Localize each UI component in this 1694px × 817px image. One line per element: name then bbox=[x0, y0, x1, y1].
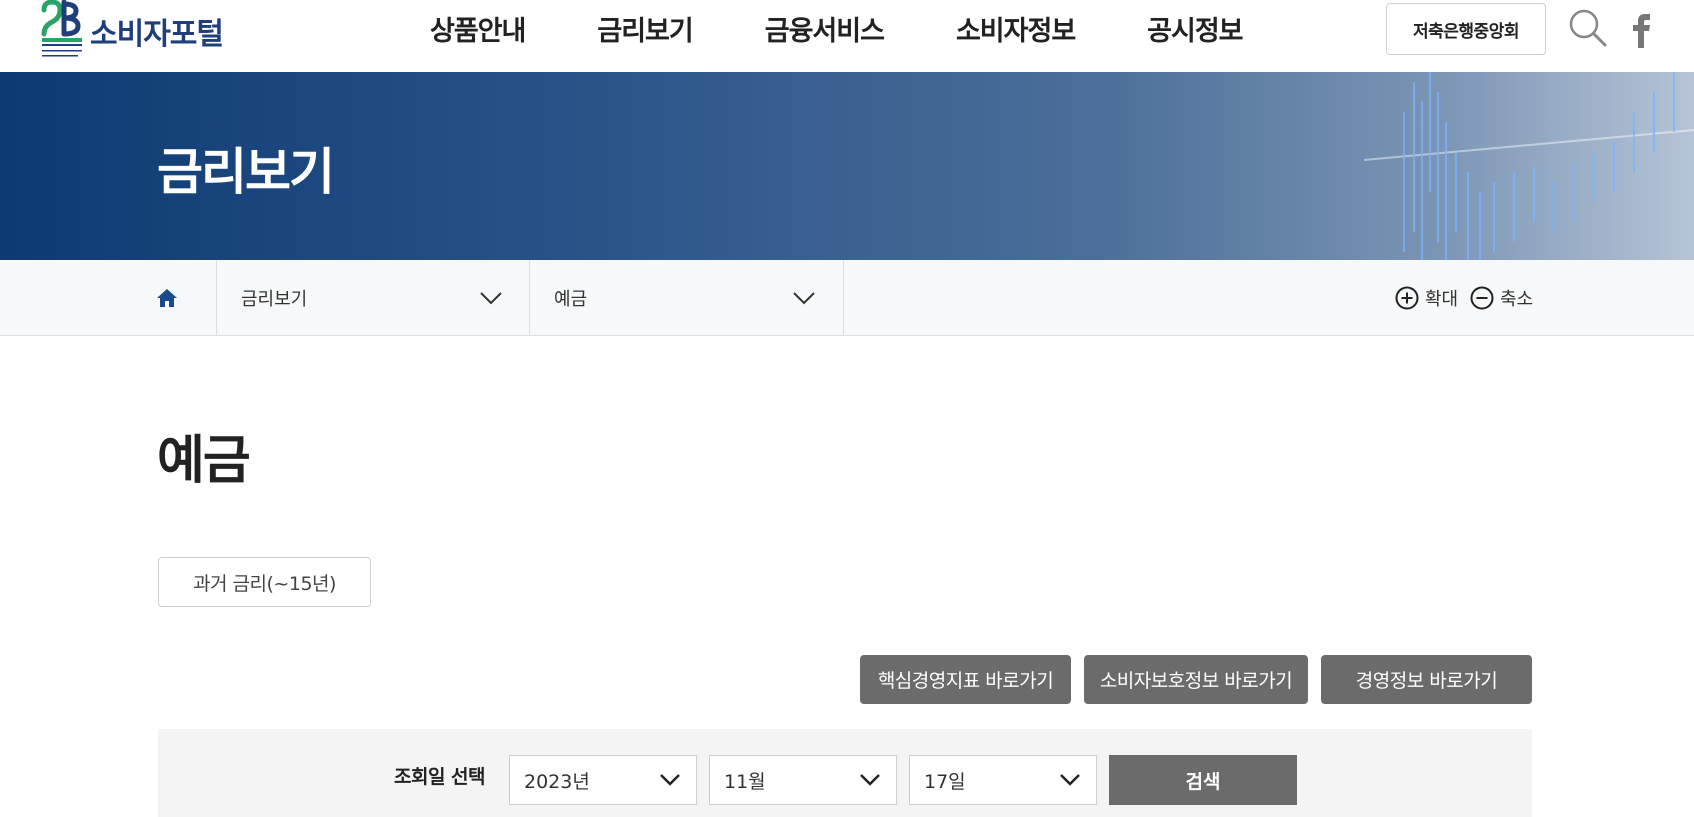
stock-chart-decoration bbox=[1364, 72, 1694, 260]
page-title: 예금 bbox=[157, 431, 251, 491]
site-logo[interactable]: 소비자포털 bbox=[40, 0, 260, 62]
past-rates-button[interactable]: 과거 금리(~15년) bbox=[158, 557, 371, 607]
site-header: 소비자포털 상품안내 금리보기 금융서비스 소비자정보 공시정보 저축은행중앙회 bbox=[0, 0, 1694, 72]
zoom-in-icon bbox=[1395, 286, 1419, 310]
main-nav: 상품안내 금리보기 금융서비스 소비자정보 공시정보 bbox=[430, 0, 1315, 56]
page-banner: 금리보기 bbox=[0, 72, 1694, 260]
chevron-down-icon bbox=[1060, 774, 1080, 786]
zoom-out-label: 축소 bbox=[1500, 289, 1534, 310]
location-dropdown-level2[interactable]: 예금 bbox=[530, 260, 842, 336]
year-select-value: 2023년 bbox=[524, 770, 590, 793]
chevron-down-icon bbox=[480, 292, 502, 305]
chevron-down-icon bbox=[860, 774, 880, 786]
location-bar: 금리보기 예금 확대 축소 bbox=[0, 260, 1694, 336]
month-select-value: 11월 bbox=[724, 770, 766, 793]
location-divider bbox=[843, 260, 844, 336]
date-search-panel: 조회일 선택 2023년 11월 17일 검색 bbox=[158, 729, 1532, 817]
day-select[interactable]: 17일 bbox=[909, 755, 1097, 805]
zoom-out-button[interactable]: 축소 bbox=[1470, 260, 1533, 336]
nav-item-rates[interactable]: 금리보기 bbox=[597, 9, 693, 48]
consumer-protection-link-button[interactable]: 소비자보호정보 바로가기 bbox=[1084, 655, 1308, 704]
zoom-in-button[interactable]: 확대 bbox=[1395, 260, 1458, 336]
association-link-button[interactable]: 저축은행중앙회 bbox=[1386, 3, 1546, 55]
nav-item-products[interactable]: 상품안내 bbox=[430, 9, 526, 48]
sb-logo-mark bbox=[40, 0, 86, 62]
year-select[interactable]: 2023년 bbox=[509, 755, 697, 805]
logo-text: 소비자포털 bbox=[90, 17, 224, 52]
month-select[interactable]: 11월 bbox=[709, 755, 897, 805]
home-icon[interactable] bbox=[155, 286, 179, 310]
zoom-out-icon bbox=[1470, 286, 1494, 310]
location-level1-label: 금리보기 bbox=[241, 289, 308, 310]
location-level2-label: 예금 bbox=[554, 289, 588, 310]
nav-item-consumer-info[interactable]: 소비자정보 bbox=[956, 9, 1076, 48]
facebook-icon[interactable] bbox=[1626, 8, 1656, 50]
search-date-label: 조회일 선택 bbox=[394, 766, 486, 788]
banner-title: 금리보기 bbox=[157, 143, 335, 201]
search-button[interactable]: 검색 bbox=[1109, 755, 1297, 805]
management-info-link-button[interactable]: 경영정보 바로가기 bbox=[1321, 655, 1532, 704]
key-indicators-link-button[interactable]: 핵심경영지표 바로가기 bbox=[860, 655, 1071, 704]
chevron-down-icon bbox=[660, 774, 680, 786]
zoom-in-label: 확대 bbox=[1425, 289, 1459, 310]
day-select-value: 17일 bbox=[924, 770, 966, 793]
chevron-down-icon bbox=[793, 292, 815, 305]
nav-item-financial-services[interactable]: 금융서비스 bbox=[765, 9, 885, 48]
nav-item-disclosure[interactable]: 공시정보 bbox=[1147, 9, 1243, 48]
search-icon[interactable] bbox=[1568, 8, 1608, 48]
location-dropdown-level1[interactable]: 금리보기 bbox=[217, 260, 529, 336]
